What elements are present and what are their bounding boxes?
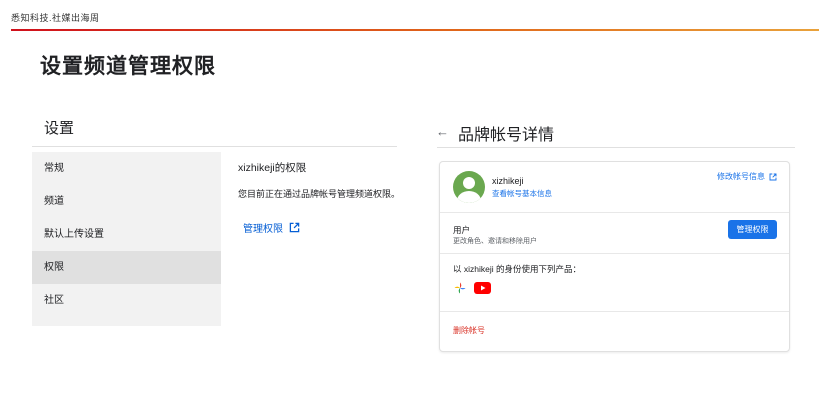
back-arrow-icon[interactable]: ← [436, 124, 449, 139]
manage-permissions-button[interactable]: 管理权限 [728, 220, 777, 239]
account-info-link[interactable]: 查看帐号基本信息 [492, 188, 552, 199]
brand-account-card: xizhikeji 查看帐号基本信息 修改帐号信息 用户 更改角色、邀请和移除用… [439, 161, 790, 352]
delete-row: 删除帐号 [440, 312, 789, 351]
permissions-description: 您目前正在通过品牌帐号管理频道权限。 [238, 189, 401, 199]
account-row: xizhikeji 查看帐号基本信息 修改帐号信息 [440, 162, 789, 213]
users-label: 用户 [453, 225, 471, 235]
nav-item-permissions[interactable]: 权限 [32, 251, 221, 284]
nav-item-community[interactable]: 社区 [32, 284, 221, 317]
edit-account-label: 修改帐号信息 [717, 172, 765, 181]
permissions-pane: xizhikeji的权限 您目前正在通过品牌帐号管理频道权限。 [238, 160, 403, 200]
product-icons [453, 281, 491, 295]
avatar [453, 171, 485, 203]
open-external-icon [289, 222, 300, 233]
products-label: 以 xizhikeji 的身份使用下列产品： [453, 264, 581, 274]
edit-account-link[interactable]: 修改帐号信息 [717, 171, 777, 182]
open-external-icon [769, 173, 777, 180]
users-row: 用户 更改角色、邀请和移除用户 管理权限 [440, 213, 789, 254]
products-row: 以 xizhikeji 的身份使用下列产品： [440, 254, 789, 312]
settings-divider [32, 146, 397, 147]
delete-account-link[interactable]: 删除帐号 [453, 325, 485, 336]
nav-item-general[interactable]: 常规 [32, 152, 221, 185]
settings-title: 设置 [44, 120, 75, 137]
google-photos-icon [454, 282, 466, 294]
brand-label: 悉知科技.社媒出海周 [11, 13, 100, 23]
youtube-icon [474, 282, 491, 294]
nav-item-channel[interactable]: 频道 [32, 185, 221, 218]
settings-sidebar: 常规 频道 默认上传设置 权限 社区 [32, 152, 221, 326]
nav-item-upload-defaults[interactable]: 默认上传设置 [32, 218, 221, 251]
account-name: xizhikeji [492, 176, 524, 186]
manage-permissions-link[interactable]: 管理权限 [243, 220, 300, 235]
brand-account-divider [437, 147, 795, 148]
users-description: 更改角色、邀请和移除用户 [453, 238, 537, 245]
page-title: 设置频道管理权限 [40, 55, 216, 78]
manage-permissions-label: 管理权限 [243, 224, 283, 235]
brand-divider [11, 29, 819, 31]
permissions-title: xizhikeji的权限 [238, 162, 307, 174]
brand-account-title: 品牌帐号详情 [458, 127, 555, 144]
